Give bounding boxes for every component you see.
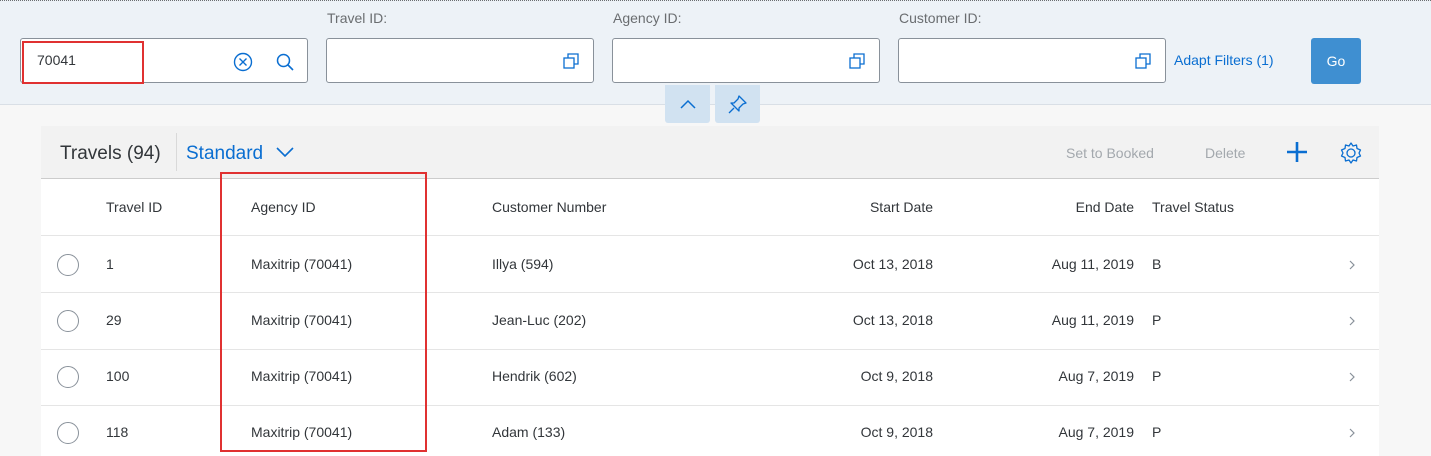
row-select-radio[interactable] bbox=[57, 422, 79, 444]
cell-status: P bbox=[1152, 312, 1162, 328]
agency-id-label: Agency ID: bbox=[613, 10, 682, 26]
chevron-down-icon bbox=[276, 147, 294, 158]
cell-start-date: Oct 9, 2018 bbox=[860, 368, 933, 384]
search-highlight bbox=[22, 41, 144, 84]
set-to-booked-button[interactable]: Set to Booked bbox=[1066, 145, 1154, 161]
agency-id-field[interactable] bbox=[612, 38, 880, 83]
customer-id-field[interactable] bbox=[898, 38, 1166, 83]
cell-status: B bbox=[1152, 256, 1162, 272]
row-select-radio[interactable] bbox=[57, 366, 79, 388]
adapt-filters-link[interactable]: Adapt Filters (1) bbox=[1174, 52, 1274, 68]
cell-end-date: Aug 7, 2019 bbox=[1058, 424, 1134, 440]
clear-icon[interactable] bbox=[233, 52, 253, 72]
cell-travel-id: 100 bbox=[106, 368, 130, 384]
cell-customer: Adam (133) bbox=[492, 424, 566, 440]
search-icon[interactable] bbox=[275, 52, 295, 72]
table-title: Travels (94) bbox=[60, 143, 161, 164]
delete-button[interactable]: Delete bbox=[1205, 145, 1245, 161]
cell-travel-id: 29 bbox=[106, 312, 122, 328]
pin-icon bbox=[728, 95, 747, 114]
row-select-radio[interactable] bbox=[57, 310, 79, 332]
value-help-icon[interactable] bbox=[1135, 53, 1151, 69]
cell-end-date: Aug 11, 2019 bbox=[1051, 312, 1134, 328]
col-customer-number[interactable]: Customer Number bbox=[492, 199, 606, 215]
cell-customer: Jean-Luc (202) bbox=[492, 312, 587, 328]
pin-header-button[interactable] bbox=[715, 85, 760, 123]
cell-start-date: Oct 13, 2018 bbox=[852, 312, 933, 328]
chevron-right-icon[interactable] bbox=[1347, 370, 1357, 384]
agency-column-highlight bbox=[220, 172, 427, 452]
cell-customer: Illya (594) bbox=[492, 256, 554, 272]
customer-id-label: Customer ID: bbox=[899, 10, 982, 26]
value-help-icon[interactable] bbox=[849, 53, 865, 69]
cell-end-date: Aug 11, 2019 bbox=[1051, 256, 1134, 272]
chevron-right-icon[interactable] bbox=[1347, 426, 1357, 440]
cell-travel-id: 1 bbox=[106, 256, 114, 272]
variant-label: Standard bbox=[186, 143, 264, 164]
col-start-date[interactable]: Start Date bbox=[750, 199, 933, 215]
cell-status: P bbox=[1152, 368, 1162, 384]
row-select-radio[interactable] bbox=[57, 254, 79, 276]
variant-selector[interactable]: Standard bbox=[186, 143, 296, 165]
cell-start-date: Oct 9, 2018 bbox=[860, 424, 933, 440]
cell-status: P bbox=[1152, 424, 1162, 440]
col-travel-id[interactable]: Travel ID bbox=[106, 199, 162, 215]
go-button[interactable]: Go bbox=[1311, 38, 1361, 84]
travel-id-label: Travel ID: bbox=[327, 10, 388, 26]
cell-start-date: Oct 13, 2018 bbox=[852, 256, 933, 272]
cell-customer: Hendrik (602) bbox=[492, 368, 577, 384]
toolbar-separator bbox=[176, 133, 177, 171]
gear-icon[interactable] bbox=[1339, 141, 1363, 165]
chevron-up-icon bbox=[679, 99, 696, 109]
collapse-header-button[interactable] bbox=[665, 85, 710, 123]
travel-id-field[interactable] bbox=[326, 38, 594, 83]
cell-end-date: Aug 7, 2019 bbox=[1058, 368, 1134, 384]
chevron-right-icon[interactable] bbox=[1347, 314, 1357, 328]
chevron-right-icon[interactable] bbox=[1347, 258, 1357, 272]
col-end-date[interactable]: End Date bbox=[950, 199, 1134, 215]
value-help-icon[interactable] bbox=[563, 53, 579, 69]
add-icon[interactable] bbox=[1286, 141, 1308, 163]
cell-travel-id: 118 bbox=[106, 424, 129, 440]
col-travel-status[interactable]: Travel Status bbox=[1152, 199, 1234, 215]
